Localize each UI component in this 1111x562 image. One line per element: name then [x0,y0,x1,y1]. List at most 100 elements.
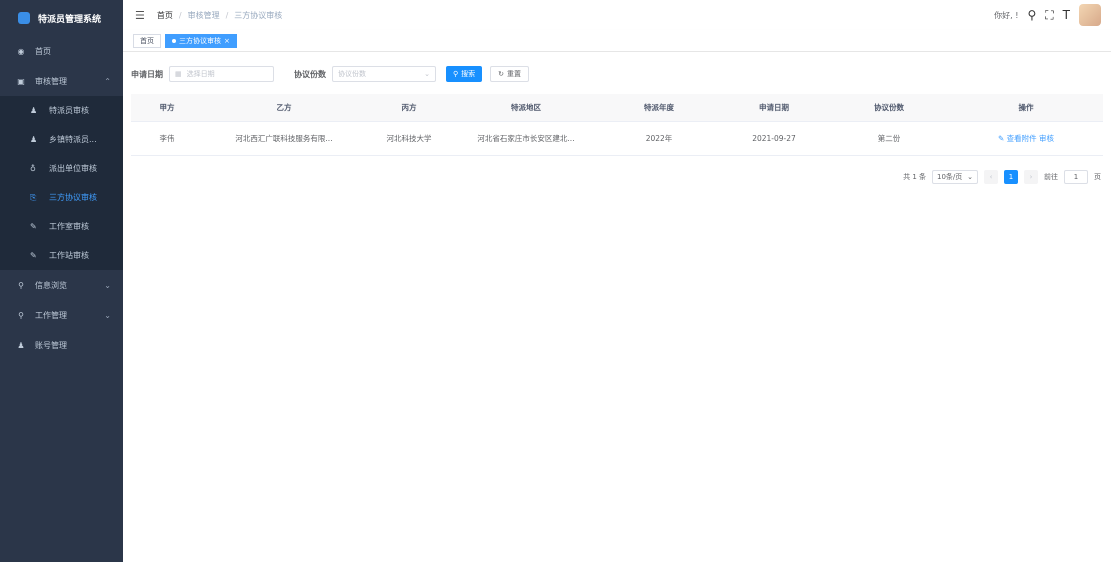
chevron-down-icon: ⌄ [104,280,111,290]
copies-placeholder: 协议份数 [338,70,366,78]
search-button[interactable]: ⚲ 搜索 [446,66,483,82]
sidebar-subitem-studio-audit[interactable]: ✎ 工作室审核 [0,212,123,241]
calendar-icon: ▦ [175,70,182,78]
chevron-down-icon: ⌄ [424,70,430,78]
active-dot-icon [172,38,176,43]
tag-home[interactable]: 首页 [133,33,161,48]
logo-icon [18,12,30,24]
top-navbar: ☰ 首页 / 审核管理 / 三方协议审核 你好, ! ⚲ ⛶ T [123,0,1111,30]
sidebar-subitem-label: 乡镇特派员... [49,135,97,144]
reset-button[interactable]: ↻ 重置 [490,66,530,82]
greeting-text: 你好, ! [994,10,1019,20]
cell-party-c: 河北科技大学 [386,134,432,143]
reset-button-label: 重置 [507,70,522,78]
copies-select[interactable]: 协议份数 ⌄ [332,66,436,82]
font-size-icon[interactable]: T [1063,8,1070,22]
col-header: 甲方 [159,103,175,112]
brand: 特派员管理系统 [0,0,123,36]
date-picker[interactable]: ▦ 选择日期 [169,66,274,82]
hamburger-icon[interactable]: ☰ [135,9,145,22]
search-icon: ⚲ [453,70,459,78]
sidebar-subitem-label: 特派员审核 [49,106,89,115]
copies-label: 协议份数 [294,69,326,79]
goto-label: 前往 [1044,173,1058,181]
edit-icon: ✎ [30,251,37,260]
doc-icon: ⎘ [30,192,37,202]
browse-icon: ⚲ [18,280,24,290]
tag-label: 三方协议审核 [179,36,221,45]
goto-page-input[interactable]: 1 [1064,170,1088,184]
cell-party-a: 李伟 [159,134,175,143]
date-placeholder: 选择日期 [186,70,215,78]
app-title: 特派员管理系统 [38,14,102,25]
search-icon[interactable]: ⚲ [1027,8,1036,22]
col-header: 操作 [1018,103,1034,112]
tags-view: 首页 三方协议审核 × [123,30,1111,52]
sidebar: 特派员管理系统 ◉ 首页 ▣ 审核管理 ⌃ ♟ 特派员审核 ♟ 乡镇特派员...… [0,0,123,562]
sidebar-subitem-station-audit[interactable]: ✎ 工作站审核 [0,241,123,270]
breadcrumb-audit: 审核管理 [187,10,220,20]
sidebar-item-label: 首页 [35,46,51,56]
cell-copies: 第二份 [877,134,901,143]
audit-icon: ▣ [17,76,25,86]
breadcrumb-separator: / [178,10,182,20]
page-size-select[interactable]: 10条/页 ⌄ [932,170,978,184]
breadcrumb-separator: / [225,10,229,20]
chevron-up-icon: ⌃ [104,76,111,86]
sidebar-item-label: 账号管理 [35,340,67,350]
agreement-table: 甲方 乙方 丙方 特派地区 特派年度 申请日期 协议份数 操作 李伟 河北西汇广… [131,94,1103,156]
cell-actions: ✎ 查看附件 审核 [949,133,1103,144]
cell-date: 2021-09-27 [752,134,796,143]
col-header: 申请日期 [759,103,789,112]
search-form: 申请日期 ▦ 选择日期 协议份数 协议份数 ⌄ ⚲ 搜索 ↻ 重置 [131,66,530,82]
main-content: 申请日期 ▦ 选择日期 协议份数 协议份数 ⌄ ⚲ 搜索 ↻ 重置 甲方 乙方 … [123,52,1111,562]
table-row: 李伟 河北西汇广联科技服务有限... 河北科技大学 河北省石家庄市长安区建北..… [131,122,1103,156]
page-size-value: 10条/页 [937,173,963,181]
sidebar-item-browse[interactable]: ⚲ 信息浏览 ⌄ [0,270,123,300]
header-right: 你好, ! ⚲ ⛶ T [994,0,1101,30]
page-number-current[interactable]: 1 [1004,170,1018,184]
sidebar-subitem-commissioner-audit[interactable]: ♟ 特派员审核 [0,96,123,125]
fullscreen-icon[interactable]: ⛶ [1045,8,1053,23]
sidebar-item-home[interactable]: ◉ 首页 [0,36,123,66]
dashboard-icon: ◉ [17,46,25,56]
close-icon[interactable]: × [224,35,230,47]
col-header: 乙方 [276,103,292,112]
sidebar-subitem-unit-audit[interactable]: ♁ 派出单位审核 [0,154,123,183]
avatar[interactable] [1079,4,1101,26]
tag-agreement-audit[interactable]: 三方协议审核 × [165,33,237,48]
breadcrumb-current: 三方协议审核 [234,10,283,20]
sidebar-subitem-label: 三方协议审核 [49,193,97,202]
view-attachment-label: 查看附件 [1006,134,1037,143]
next-page-button[interactable]: › [1024,170,1038,184]
sidebar-subitem-town-commissioner[interactable]: ♟ 乡镇特派员... [0,125,123,154]
col-header: 丙方 [401,103,417,112]
view-attachment-link[interactable]: ✎ 查看附件 [998,134,1037,143]
sidebar-item-label: 信息浏览 [35,280,67,290]
cell-party-b: 河北西汇广联科技服务有限... [235,134,333,143]
sidebar-item-account[interactable]: ♟ 账号管理 [0,330,123,360]
user-icon: ♟ [30,135,38,144]
col-header: 协议份数 [874,103,904,112]
work-icon: ⚲ [18,310,24,320]
date-label: 申请日期 [131,69,163,79]
cell-region: 河北省石家庄市长安区建北... [477,134,575,143]
col-header: 特派地区 [511,103,541,112]
sidebar-item-work[interactable]: ⚲ 工作管理 ⌄ [0,300,123,330]
sidebar-item-audit[interactable]: ▣ 审核管理 ⌃ [0,66,123,96]
sidebar-item-label: 审核管理 [35,76,67,86]
sidebar-subitem-label: 工作室审核 [49,222,89,231]
prev-page-button[interactable]: ‹ [984,170,998,184]
col-header: 特派年度 [644,103,674,112]
sidebar-subitem-agreement-audit[interactable]: ⎘ 三方协议审核 [0,183,123,212]
sidebar-item-label: 工作管理 [35,310,67,320]
org-icon: ♁ [30,164,36,173]
edit-icon: ✎ [30,222,37,231]
cell-year: 2022年 [645,134,673,143]
audit-submenu: ♟ 特派员审核 ♟ 乡镇特派员... ♁ 派出单位审核 ⎘ 三方协议审核 ✎ 工… [0,96,123,270]
chevron-down-icon: ⌄ [967,173,973,181]
pagination-total: 共 1 条 [903,173,926,181]
audit-link[interactable]: 审核 [1039,134,1054,143]
refresh-icon: ↻ [498,70,505,78]
breadcrumb-home[interactable]: 首页 [157,10,173,21]
